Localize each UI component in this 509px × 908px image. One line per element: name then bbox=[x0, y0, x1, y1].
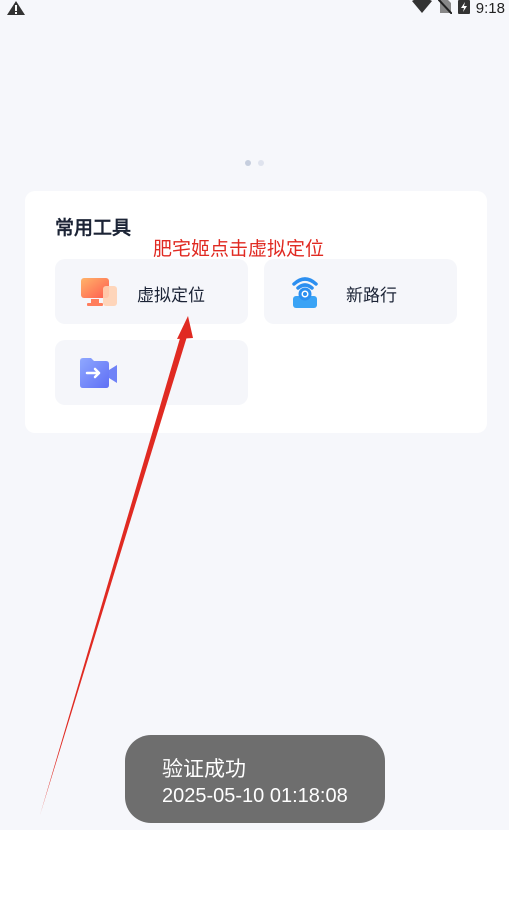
tool-video[interactable] bbox=[55, 340, 248, 405]
status-bar: 9:18 bbox=[0, 0, 509, 20]
carousel-indicator bbox=[0, 160, 509, 166]
wifi-location-icon bbox=[288, 274, 328, 310]
carousel-dot[interactable] bbox=[258, 160, 264, 166]
toast-notification: 验证成功 2025-05-10 01:18:08 bbox=[125, 735, 385, 823]
battery-charging-icon bbox=[457, 0, 470, 18]
wifi-icon bbox=[411, 0, 432, 18]
virtual-location-monitor-icon bbox=[79, 274, 119, 310]
toast-title: 验证成功 bbox=[162, 757, 246, 781]
tool-virtual-location[interactable]: 虚拟定位 bbox=[55, 259, 248, 324]
tool-label: 新路行 bbox=[346, 286, 397, 306]
toast-timestamp: 2025-05-10 01:18:08 bbox=[162, 785, 348, 807]
status-time: 9:18 bbox=[475, 0, 505, 17]
common-tools-card: 常用工具 虚拟定位 新路行 bbox=[25, 191, 487, 433]
tool-new-route[interactable]: 新路行 bbox=[264, 259, 457, 324]
warning-icon bbox=[6, 0, 26, 20]
section-title: 常用工具 bbox=[55, 217, 132, 239]
no-sim-icon bbox=[437, 0, 453, 18]
tool-label: 虚拟定位 bbox=[137, 286, 205, 306]
carousel-dot-active[interactable] bbox=[245, 160, 251, 166]
annotation-text: 肥宅姬点击虚拟定位 bbox=[153, 238, 325, 260]
video-folder-icon bbox=[79, 355, 119, 391]
